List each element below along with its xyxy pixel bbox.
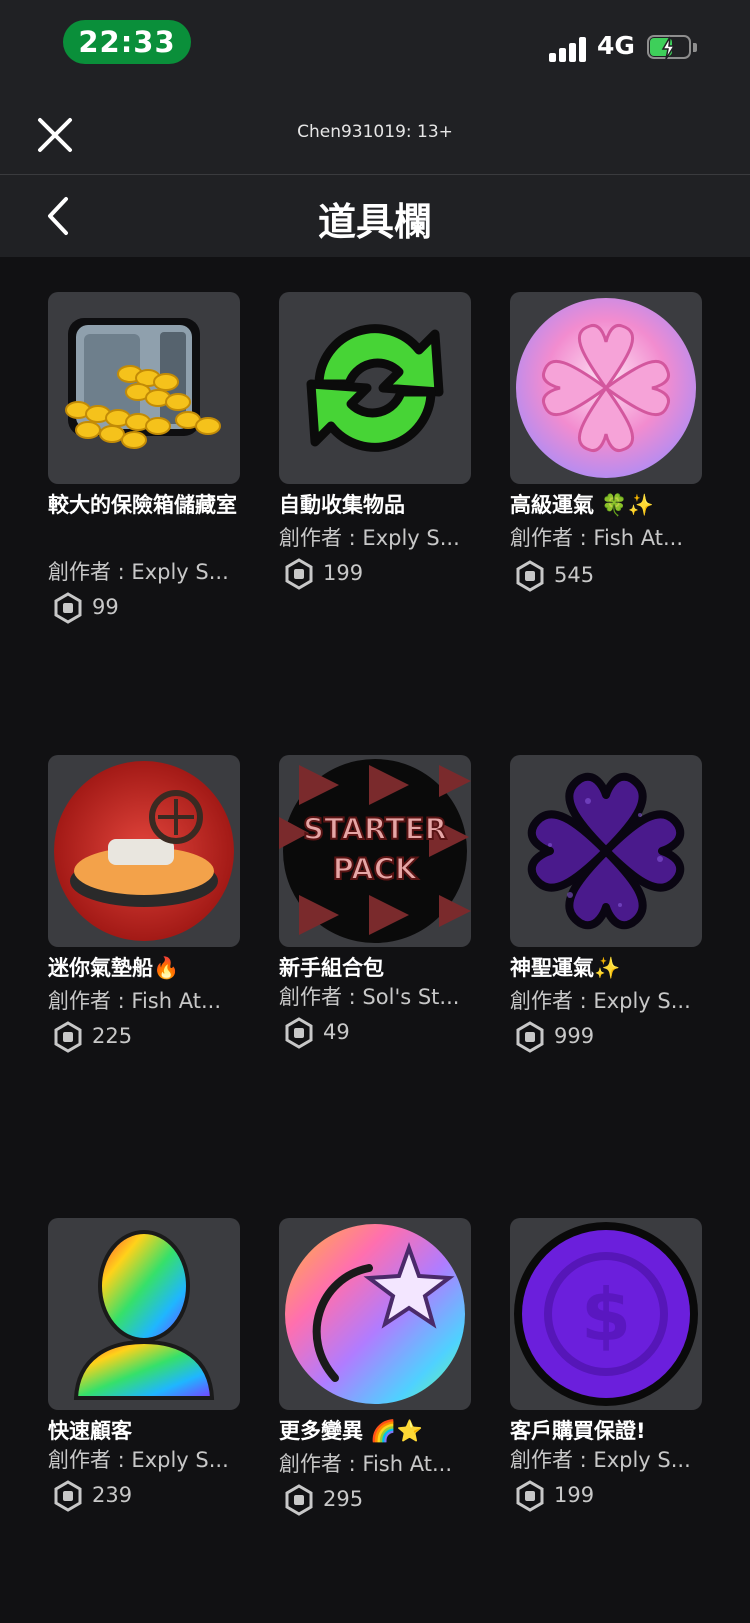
item-name: 神聖運氣✨ [510, 956, 621, 980]
item-creator: 創作者 : Exply S... [510, 989, 691, 1013]
starter-pack-badge-icon: STARTER PACK [279, 755, 471, 947]
item-creator: 創作者 : Sol's St... [279, 985, 460, 1009]
network-type: 4G [597, 31, 635, 60]
status-time: 22:33 [63, 20, 191, 64]
price-value: 199 [554, 1483, 595, 1507]
robux-icon [516, 560, 544, 592]
item-creator: 創作者 : Fish At... [48, 989, 221, 1013]
rainbow-shooting-star-icon [279, 1218, 471, 1410]
item-name: 較大的保險箱儲藏室 [48, 493, 237, 517]
robux-icon [285, 1484, 313, 1516]
safe-with-gold-coins-icon [48, 292, 240, 484]
hovercraft-icon [48, 755, 240, 947]
item-creator: 創作者 : Exply S... [48, 560, 229, 584]
top-bar: Chen931019: 13+ [0, 100, 750, 175]
robux-icon [54, 1480, 82, 1512]
item-creator: 創作者 : Exply S... [48, 1448, 229, 1472]
signal-strength-icon [549, 36, 589, 62]
robux-icon [285, 558, 313, 590]
svg-text:STARTER: STARTER [303, 812, 447, 846]
item-name: 迷你氣墊船🔥 [48, 956, 180, 980]
purple-dollar-coin-icon: $ [510, 1218, 702, 1410]
price-value: 99 [92, 595, 119, 619]
purple-clover-icon [510, 755, 702, 947]
svg-text:PACK: PACK [333, 852, 419, 886]
item-name: 自動收集物品 [279, 493, 405, 517]
account-label: Chen931019: 13+ [297, 122, 453, 142]
item-creator: 創作者 : Exply S... [279, 526, 460, 550]
battery-charging-icon [647, 35, 697, 61]
robux-icon [54, 1021, 82, 1053]
price-value: 545 [554, 563, 595, 587]
price-value: 239 [92, 1483, 133, 1507]
pink-clover-orb-icon [510, 292, 702, 484]
price-value: 199 [323, 561, 364, 585]
page-title: 道具欄 [317, 200, 432, 244]
item-creator: 創作者 : Fish At... [510, 526, 683, 550]
page-header: 道具欄 [0, 175, 750, 257]
green-refresh-arrows-icon [279, 292, 471, 484]
price-value: 49 [323, 1020, 350, 1044]
price-value: 999 [554, 1024, 595, 1048]
rainbow-customer-icon [48, 1218, 240, 1410]
item-name: 高級運氣 🍀✨ [510, 493, 654, 517]
item-creator: 創作者 : Exply S... [510, 1448, 691, 1472]
item-creator: 創作者 : Fish At... [279, 1452, 452, 1476]
status-bar: 22:33 4G [0, 0, 750, 100]
item-name: 新手組合包 [279, 956, 384, 980]
price-value: 225 [92, 1024, 133, 1048]
robux-icon [516, 1021, 544, 1053]
robux-icon [54, 592, 82, 624]
item-name: 快速顧客 [48, 1419, 132, 1443]
price-value: 295 [323, 1487, 364, 1511]
robux-icon [285, 1017, 313, 1049]
robux-icon [516, 1480, 544, 1512]
item-name: 客戶購買保證! [510, 1419, 646, 1443]
svg-text:$: $ [581, 1273, 631, 1357]
item-name: 更多變異 🌈⭐ [279, 1419, 423, 1443]
